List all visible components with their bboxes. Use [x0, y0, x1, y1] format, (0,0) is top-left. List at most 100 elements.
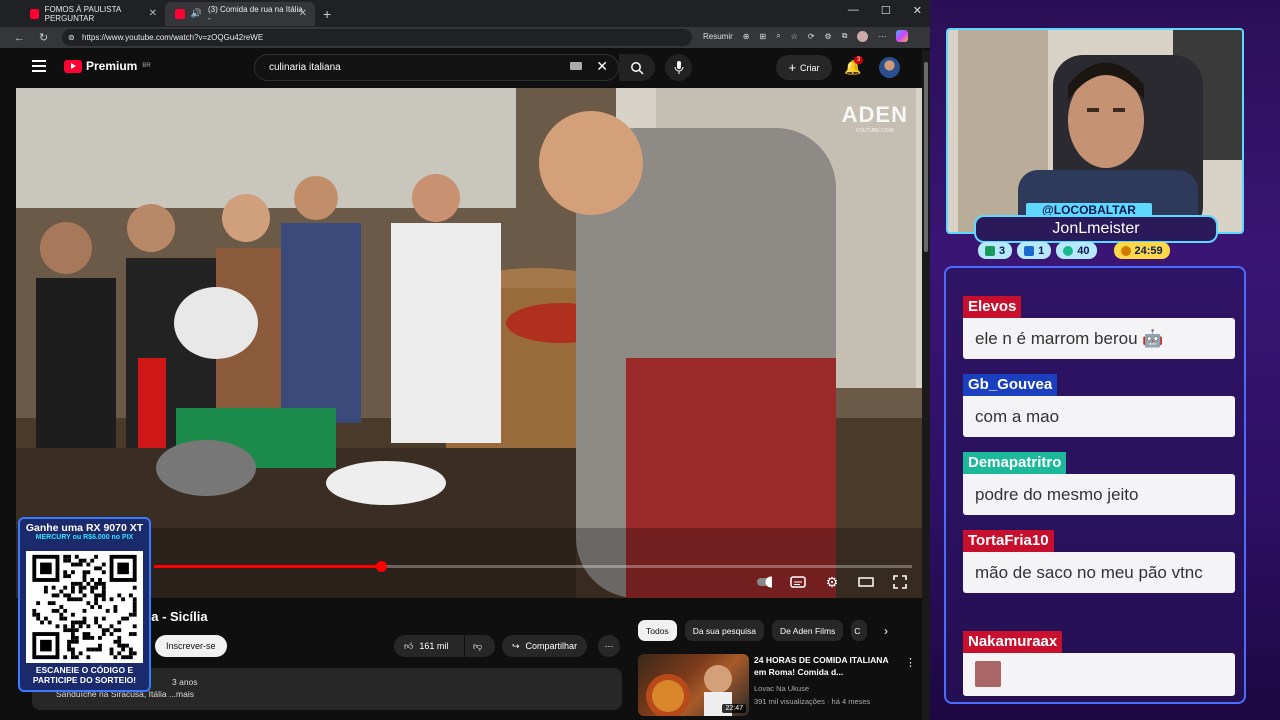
- profile-icon[interactable]: [857, 30, 869, 42]
- share-button[interactable]: ↪ Compartilhar: [502, 635, 588, 657]
- copilot-icon[interactable]: [896, 30, 909, 42]
- recommended-video[interactable]: 22:47 24 HORAS DE COMIDA ITALIANA em Rom…: [638, 652, 918, 718]
- search-button[interactable]: [619, 54, 655, 81]
- chip-todos[interactable]: Todos: [638, 620, 677, 641]
- recommended-stats: 391 mil visualizações · há 4 meses: [754, 697, 871, 706]
- youtube-favicon-icon: [30, 8, 39, 19]
- video-duration: 22:47: [722, 704, 746, 713]
- chip-partial[interactable]: C: [851, 620, 868, 641]
- chat-message: Demapatritro podre do mesmo jeito: [963, 452, 1235, 515]
- back-icon[interactable]: ←: [14, 32, 25, 44]
- account-avatar[interactable]: [879, 57, 900, 78]
- close-window-button[interactable]: ✕: [913, 4, 922, 17]
- subscribe-button[interactable]: Inscrever-se: [155, 635, 227, 657]
- recommended-channel[interactable]: Lovac Na Ukuse: [754, 682, 870, 695]
- viewer-count-badge: 40: [1056, 242, 1097, 259]
- maximize-button[interactable]: ☐: [881, 4, 891, 17]
- video-title: lia - Sicília: [144, 609, 208, 624]
- region-code: BR: [142, 63, 151, 69]
- settings-gear-icon[interactable]: ⚙: [824, 574, 840, 590]
- chat-username: Demapatritro: [963, 452, 1067, 474]
- recommended-title[interactable]: 24 HORAS DE COMIDA ITALIANA em Roma! Com…: [754, 654, 894, 678]
- qr-code-icon: [26, 551, 143, 663]
- progress-fill: [154, 565, 382, 568]
- youtube-favicon-icon: [175, 8, 185, 19]
- video-count-badge: 1: [1017, 242, 1052, 259]
- chevron-right-icon[interactable]: ›: [884, 624, 888, 638]
- chat-username: Nakamuraax: [963, 631, 1063, 653]
- promo-cta: ESCANEIE O CÓDIGO E PARTICIPE DO SORTEIO…: [32, 665, 137, 685]
- like-count: 161 mil: [419, 641, 449, 651]
- youtube-logo[interactable]: Premium BR: [64, 59, 151, 73]
- close-tab-icon[interactable]: ✕: [299, 8, 307, 19]
- plus-icon: +: [788, 60, 797, 75]
- video-player[interactable]: ADEN YOUTUBE.COM/ ⚙: [16, 88, 922, 598]
- voice-search-button[interactable]: [665, 54, 692, 81]
- share-label: Compartilhar: [525, 641, 578, 651]
- star-icon[interactable]: ☆: [791, 32, 798, 41]
- site-info-icon[interactable]: ⊜: [68, 33, 75, 42]
- search-input[interactable]: culinaria italiana ✕: [254, 54, 619, 81]
- channel-watermark: ADEN YOUTUBE.COM/: [841, 102, 908, 134]
- reader-icon[interactable]: ⊞: [759, 32, 766, 41]
- tab-comida-de-rua[interactable]: 🔊 (3) Comida de rua na Itália - ✕: [165, 1, 315, 26]
- chip-da-sua-pesquisa[interactable]: Da sua pesquisa: [684, 620, 765, 641]
- chat-username: TortaFria10: [963, 530, 1054, 552]
- subtitles-icon[interactable]: [790, 575, 806, 589]
- chat-message: TortaFria10 mão de saco no meu pão vtnc: [963, 530, 1235, 593]
- dislike-button[interactable]: 👎︎: [465, 635, 495, 657]
- youtube-play-icon: [64, 59, 82, 73]
- youtube-header: Premium BR culinaria italiana ✕ + Criar …: [16, 50, 922, 86]
- tab-paulista[interactable]: FOMOS À PAULISTA PERGUNTAR ✕: [20, 2, 165, 26]
- puzzle-icon[interactable]: ⚙: [825, 32, 832, 41]
- zoom-icon[interactable]: ⌕: [776, 31, 780, 41]
- tab-title: (3) Comida de rua na Itália -: [207, 4, 303, 23]
- menu-icon[interactable]: ⋯: [878, 32, 886, 41]
- video-info-area: lia - Sicília Inscrever-se 👍︎ 161 mil 👎︎…: [16, 598, 922, 720]
- recommended-thumbnail[interactable]: 22:47: [638, 654, 749, 716]
- search-icon: [631, 61, 644, 75]
- giveaway-promo: Ganhe uma RX 9070 XT MERCURY ou R$6.000 …: [18, 517, 151, 692]
- hamburger-menu-icon[interactable]: [32, 60, 46, 72]
- chat-username: Gb_Gouvea: [963, 374, 1058, 396]
- chat-overlay: Elevos ele n é marrom berou 🤖 Gb_Gouvea com…: [944, 266, 1246, 704]
- chat-text: [963, 653, 1235, 696]
- create-button[interactable]: + Criar: [776, 55, 832, 80]
- progress-bar[interactable]: [154, 561, 912, 572]
- minimize-button[interactable]: —: [848, 4, 859, 17]
- more-vert-icon[interactable]: ⋮: [905, 656, 916, 669]
- extension-icon[interactable]: ⊕: [743, 32, 750, 41]
- chat-text: ele n é marrom berou 🤖: [963, 318, 1235, 359]
- microphone-icon: [674, 60, 683, 74]
- more-actions-button[interactable]: ⋯: [598, 635, 620, 657]
- address-bar-row: ← ↻ ⊜ https://www.youtube.com/watch?v=zO…: [0, 27, 930, 48]
- thumbs-up-icon: 👍︎: [404, 640, 414, 651]
- chat-username: Elevos: [963, 296, 1022, 318]
- tab-title: FOMOS À PAULISTA PERGUNTAR: [44, 4, 121, 23]
- chat-message: Elevos ele n é marrom berou 🤖: [963, 296, 1235, 359]
- refresh-ext-icon[interactable]: ⟳: [808, 32, 815, 41]
- promo-subline: MERCURY ou R$6.000 no PIX: [35, 534, 134, 541]
- url-text: https://www.youtube.com/watch?v=zOQGu42r…: [82, 33, 264, 42]
- thumbs-down-icon: 👎︎: [473, 640, 483, 651]
- keyboard-icon[interactable]: [570, 62, 582, 70]
- page-scrollbar[interactable]: [922, 50, 930, 720]
- autoplay-toggle[interactable]: [756, 575, 772, 589]
- theater-mode-icon[interactable]: [858, 575, 874, 589]
- clear-search-icon[interactable]: ✕: [596, 58, 608, 75]
- close-tab-icon[interactable]: ✕: [149, 8, 157, 19]
- emote-icon: [975, 661, 1001, 687]
- collections-icon[interactable]: ⧉: [842, 31, 848, 41]
- chat-count-badge: 3: [978, 242, 1013, 259]
- new-tab-button[interactable]: +: [323, 6, 331, 22]
- fullscreen-icon[interactable]: [892, 575, 908, 589]
- share-icon: ↪: [512, 640, 520, 651]
- streamer-name: JonLmeister: [974, 215, 1218, 243]
- like-button[interactable]: 👍︎ 161 mil: [394, 635, 464, 657]
- resumir-button[interactable]: Resumir: [703, 32, 733, 41]
- chip-aden-films[interactable]: De Aden Films: [772, 620, 844, 641]
- tab-bar: FOMOS À PAULISTA PERGUNTAR ✕ 🔊 (3) Comid…: [0, 0, 930, 27]
- reload-icon[interactable]: ↻: [39, 31, 48, 44]
- url-field[interactable]: ⊜ https://www.youtube.com/watch?v=zOQGu4…: [62, 29, 692, 46]
- logo-text: Premium: [86, 59, 138, 73]
